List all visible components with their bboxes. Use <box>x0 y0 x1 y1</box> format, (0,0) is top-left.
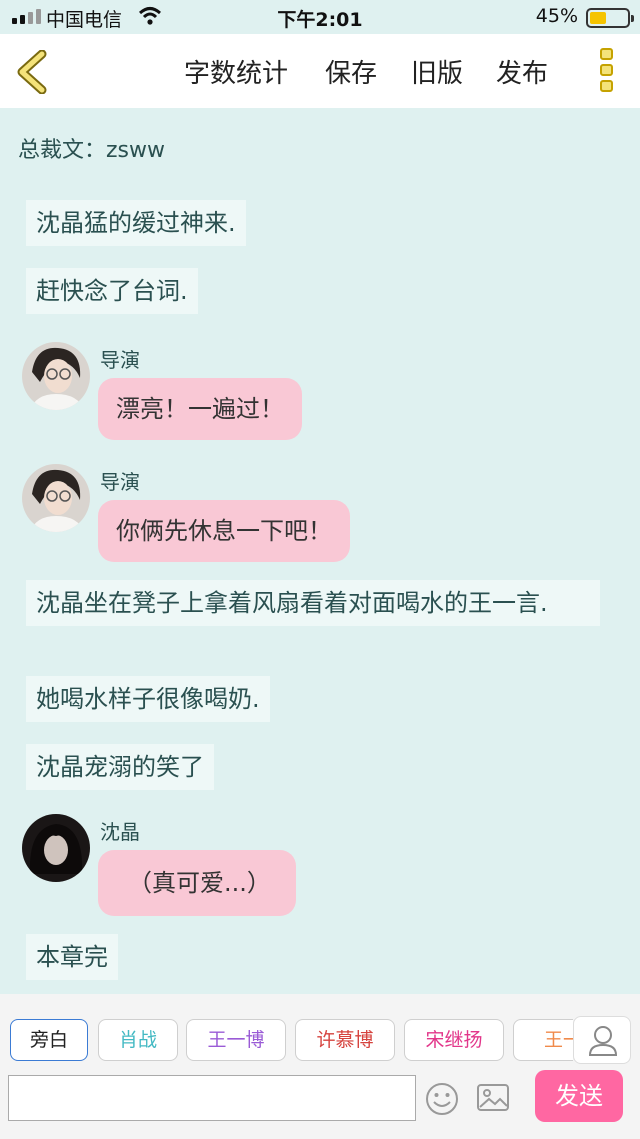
status-bar: 中国电信 下午2:01 45% <box>0 0 640 34</box>
composer-panel: 旁白 肖战 王一博 许慕博 宋继扬 王一 发送 <box>0 994 640 1139</box>
story-content: 总裁文：zsww 沈晶猛的缓过神来. 赶快念了台词. 导演 漂亮！一遍过！ 导演… <box>0 108 640 994</box>
narration-block[interactable]: 沈晶坐在凳子上拿着风扇看着对面喝水的王一言. <box>26 580 600 626</box>
battery-icon <box>586 8 634 28</box>
narration-block[interactable]: 赶快念了台词. <box>26 268 198 314</box>
character-chip-narrator[interactable]: 旁白 <box>10 1019 88 1061</box>
character-chip-list: 旁白 肖战 王一博 许慕博 宋继扬 王一 <box>0 994 573 1074</box>
smiley-icon[interactable] <box>424 1081 460 1117</box>
dialogue-bubble[interactable]: 你俩先休息一下吧！ <box>98 500 350 562</box>
nav-bar: 字数统计 保存 旧版 发布 <box>0 34 640 108</box>
send-button[interactable]: 发送 <box>535 1070 623 1122</box>
narration-block[interactable]: 她喝水样子很像喝奶. <box>26 676 270 722</box>
character-chip[interactable]: 王一 <box>513 1019 573 1061</box>
speaker-name: 导演 <box>100 470 140 494</box>
narration-block[interactable]: 沈晶猛的缓过神来. <box>26 200 246 246</box>
narration-block[interactable]: 沈晶宠溺的笑了 <box>26 744 214 790</box>
user-icon[interactable] <box>573 1016 631 1064</box>
image-icon[interactable] <box>476 1082 510 1114</box>
character-chip[interactable]: 宋继扬 <box>404 1019 504 1061</box>
back-chevron-icon[interactable] <box>14 50 54 94</box>
message-input[interactable] <box>8 1075 416 1121</box>
character-chip[interactable]: 王一博 <box>186 1019 286 1061</box>
speaker-name: 沈晶 <box>100 820 140 844</box>
narration-block[interactable]: 本章完 <box>26 934 118 980</box>
save-button[interactable]: 保存 <box>325 53 377 90</box>
author-label: 总裁文：zsww <box>18 138 165 163</box>
character-chip[interactable]: 肖战 <box>98 1019 178 1061</box>
more-menu-icon[interactable] <box>596 48 616 96</box>
avatar-director[interactable] <box>22 464 90 532</box>
avatar-shenjing[interactable] <box>22 814 90 882</box>
character-chip[interactable]: 许慕博 <box>295 1019 395 1061</box>
avatar-director[interactable] <box>22 342 90 410</box>
speaker-name: 导演 <box>100 348 140 372</box>
publish-button[interactable]: 发布 <box>496 53 548 90</box>
dialogue-bubble[interactable]: （真可爱...） <box>98 850 296 916</box>
battery-level <box>590 12 606 24</box>
dialogue-bubble[interactable]: 漂亮！一遍过！ <box>98 378 302 440</box>
word-count-button[interactable]: 字数统计 <box>184 53 288 90</box>
old-version-button[interactable]: 旧版 <box>411 53 463 90</box>
battery-percent: 45% <box>535 5 578 27</box>
